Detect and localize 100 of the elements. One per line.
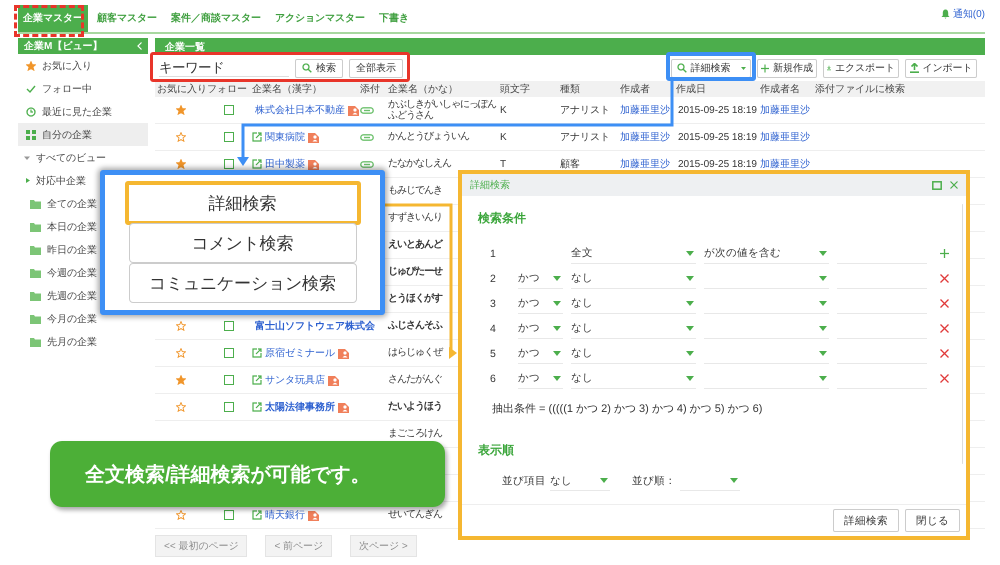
attachment-icon[interactable] [360,160,374,168]
edit-icon[interactable] [252,348,262,358]
search-button[interactable]: 検索 [295,58,343,78]
field-dropdown[interactable]: なし [571,368,696,388]
field-dropdown[interactable]: 全文 [571,244,696,264]
collapse-icon[interactable] [137,42,142,50]
follow-checkbox[interactable] [224,348,234,358]
creator-link[interactable]: 加藤亜里沙 [620,103,670,117]
column-header[interactable]: フォロー [205,82,250,96]
sidebar-item[interactable]: お気に入り [18,54,148,77]
company-name-link[interactable]: 関東病院 [265,130,305,144]
view-item[interactable]: 今週の企業 [47,266,97,280]
creator-link[interactable]: 加藤亜里沙 [620,130,670,144]
column-header[interactable]: 種類 [558,82,618,96]
operator-dropdown[interactable]: が次の値を含む [704,244,829,264]
view-item[interactable]: 昨日の企業 [47,242,97,256]
field-dropdown[interactable]: なし [571,268,696,288]
sidebar-item[interactable]: 自分の企業 [18,123,148,146]
add-button[interactable]: 新規作成 [757,58,817,78]
column-header[interactable]: 作成者名 [758,82,813,96]
company-name-link[interactable]: 太陽法律事務所 [265,400,335,414]
business-card-icon[interactable] [308,510,319,520]
delete-icon[interactable] [940,299,949,308]
conjunction-dropdown[interactable]: かつ [518,368,563,388]
follow-checkbox[interactable] [224,105,234,115]
follow-checkbox[interactable] [224,402,234,412]
company-name-link[interactable]: サンタ玩具店 [265,373,325,387]
expand-icon[interactable] [26,178,30,183]
delete-icon[interactable] [940,324,949,333]
attachment-icon[interactable] [360,106,374,114]
follow-checkbox[interactable] [224,159,234,169]
attachment-icon[interactable] [360,134,374,140]
download-button[interactable]: エクスポート [823,58,899,78]
search-type-option[interactable]: コメント検索 [128,223,356,263]
business-card-icon[interactable] [348,104,359,116]
collapse-caret-icon[interactable] [24,154,30,160]
edit-icon[interactable] [252,510,262,520]
views-label[interactable]: すべてのビュー [36,150,106,164]
column-header[interactable]: 作成日 [674,82,758,96]
view-group[interactable]: 対応中企業 [36,174,86,188]
search-type-option[interactable]: 詳細検索 [124,181,360,225]
company-name-link[interactable]: 晴天銀行 [265,508,305,522]
delete-icon[interactable] [940,374,949,383]
maximize-icon[interactable] [932,180,942,190]
view-item[interactable]: 先週の企業 [47,288,97,302]
search-button[interactable]: 詳細検索 [833,509,899,532]
sort-item-dropdown[interactable]: なし [550,471,610,491]
scrollbar[interactable] [962,204,963,464]
follow-checkbox[interactable] [224,375,234,385]
upload-button[interactable]: インポート [905,58,977,78]
show-all-button[interactable]: 全部表示 [349,58,403,78]
business-card-icon[interactable] [308,158,319,170]
view-item[interactable]: 本日の企業 [47,220,97,234]
creator-name-link[interactable]: 加藤亜里沙 [760,130,810,144]
business-card-icon[interactable] [328,374,339,386]
follow-checkbox[interactable] [224,132,234,142]
sidebar-item[interactable]: フォロー中 [18,77,148,100]
field-dropdown[interactable]: なし [571,318,696,338]
search-type-option[interactable]: コミュニケーション検索 [128,263,356,303]
conjunction-dropdown[interactable]: かつ [518,318,563,338]
follow-checkbox[interactable] [224,510,234,520]
conjunction-dropdown[interactable]: かつ [518,294,563,314]
view-item[interactable]: 先月の企業 [47,334,97,348]
column-header[interactable]: 企業名（かな） [386,82,498,96]
creator-name-link[interactable]: 加藤亜里沙 [760,157,810,171]
company-name-link[interactable]: 株式会社日本不動産 [255,103,345,117]
creator-link[interactable]: 加藤亜里沙 [620,157,670,171]
notification-link[interactable]: 通知(0) [952,7,985,21]
conjunction-dropdown[interactable]: かつ [518,268,563,288]
column-header[interactable]: 企業名（漢字） [250,82,358,96]
column-header[interactable]: 添付ファイルに検索 [813,82,985,96]
conjunction-dropdown[interactable]: かつ [518,344,563,364]
highlight-frame [14,5,84,37]
follow-checkbox[interactable] [224,321,234,331]
column-header[interactable]: 添付 [358,82,386,96]
edit-icon[interactable] [252,159,262,169]
delete-icon[interactable] [940,349,949,358]
close-button[interactable]: 閉じる [905,509,960,532]
column-header[interactable]: 頭文字 [498,82,558,96]
column-header[interactable]: お気に入り [155,82,205,96]
company-name-link[interactable]: 富士山ソフトウェア株式会 [255,319,375,333]
view-item[interactable]: 今月の企業 [47,312,97,326]
sidebar-item[interactable]: 最近に見た企業 [18,100,148,123]
edit-icon[interactable] [252,132,262,142]
edit-icon[interactable] [252,402,262,412]
column-header[interactable]: 作成者 [618,82,674,96]
field-dropdown[interactable]: なし [571,294,696,314]
keyword-field[interactable]: キーワード [159,59,289,77]
view-item[interactable]: 全ての企業 [47,196,97,210]
business-card-icon[interactable] [308,132,319,142]
delete-icon[interactable] [940,274,949,283]
edit-icon[interactable] [252,375,262,385]
creator-name-link[interactable]: 加藤亜里沙 [760,103,810,117]
close-icon[interactable] [950,181,958,189]
business-card-icon[interactable] [338,348,349,358]
company-name-link[interactable]: 原宿ゼミナール [265,346,335,360]
business-card-icon[interactable] [338,402,349,412]
company-name-link[interactable]: 田中製薬 [265,157,305,171]
field-dropdown[interactable]: なし [571,344,696,364]
dropdown-button[interactable]: 詳細検索 [671,58,751,78]
